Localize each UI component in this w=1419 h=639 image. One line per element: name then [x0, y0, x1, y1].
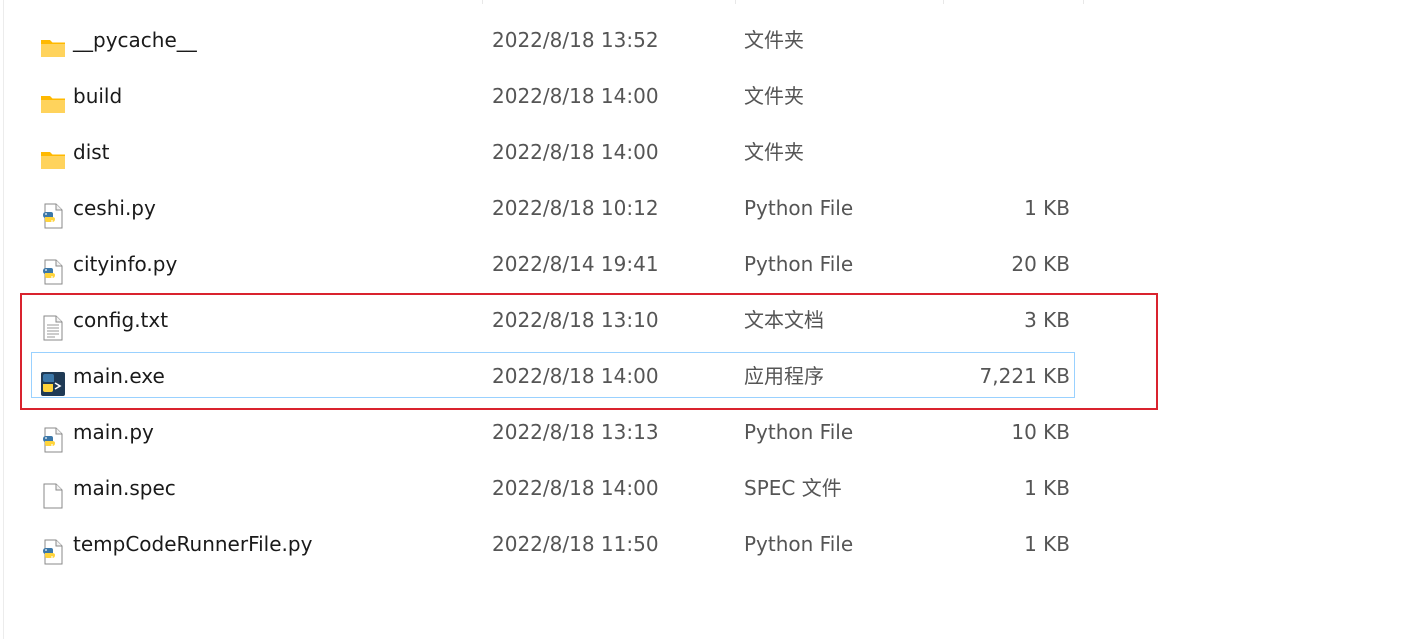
- python-file-icon: [40, 194, 66, 229]
- column-separator[interactable]: [735, 0, 736, 4]
- file-modified-date: 2022/8/18 13:10: [492, 308, 659, 332]
- python-file-icon: [40, 250, 66, 285]
- file-name: ceshi.py: [73, 196, 156, 220]
- file-type: Python File: [744, 532, 854, 556]
- file-row[interactable]: main.spec 2022/8/18 14:00 SPEC 文件 1 KB: [0, 460, 1419, 516]
- file-modified-date: 2022/8/18 10:12: [492, 196, 659, 220]
- file-type: Python File: [744, 252, 854, 276]
- file-modified-date: 2022/8/14 19:41: [492, 252, 659, 276]
- blank-file-icon: [40, 474, 66, 509]
- file-type: 文件夹: [744, 84, 804, 108]
- file-name: tempCodeRunnerFile.py: [73, 532, 313, 556]
- file-type: 文件夹: [744, 28, 804, 52]
- file-row[interactable]: ceshi.py 2022/8/18 10:12 Python File 1 KB: [0, 180, 1419, 236]
- file-modified-date: 2022/8/18 13:13: [492, 420, 659, 444]
- file-modified-date: 2022/8/18 11:50: [492, 532, 659, 556]
- file-size: 1 KB: [1024, 196, 1070, 220]
- file-name: main.spec: [73, 476, 176, 500]
- python-file-icon: [40, 530, 66, 565]
- column-separator[interactable]: [482, 0, 483, 4]
- file-modified-date: 2022/8/18 14:00: [492, 364, 659, 388]
- file-name: __pycache__: [73, 28, 197, 52]
- file-size: 1 KB: [1024, 476, 1070, 500]
- file-row[interactable]: tempCodeRunnerFile.py 2022/8/18 11:50 Pyth…: [0, 516, 1419, 572]
- file-row[interactable]: __pycache__ 2022/8/18 13:52 文件夹: [0, 12, 1419, 68]
- file-row[interactable]: main.py 2022/8/18 13:13 Python File 10 KB: [0, 404, 1419, 460]
- file-row[interactable]: config.txt 2022/8/18 13:10 文本文档 3 KB: [0, 292, 1419, 348]
- file-size: 7,221 KB: [979, 364, 1070, 388]
- file-modified-date: 2022/8/18 14:00: [492, 140, 659, 164]
- column-separator[interactable]: [1083, 0, 1084, 4]
- file-row[interactable]: cityinfo.py 2022/8/14 19:41 Python File 20 …: [0, 236, 1419, 292]
- column-separator[interactable]: [943, 0, 944, 4]
- file-size: 10 KB: [1011, 420, 1070, 444]
- text-file-icon: [40, 306, 66, 341]
- folder-icon: [40, 26, 66, 57]
- file-row[interactable]: build 2022/8/18 14:00 文件夹: [0, 68, 1419, 124]
- file-size: 1 KB: [1024, 532, 1070, 556]
- file-type: Python File: [744, 420, 854, 444]
- file-name: cityinfo.py: [73, 252, 178, 276]
- file-type: Python File: [744, 196, 854, 220]
- file-modified-date: 2022/8/18 14:00: [492, 84, 659, 108]
- file-name: dist: [73, 140, 110, 164]
- file-name: build: [73, 84, 123, 108]
- file-modified-date: 2022/8/18 14:00: [492, 476, 659, 500]
- file-type: 文件夹: [744, 140, 804, 164]
- file-type: SPEC 文件: [744, 476, 842, 500]
- folder-icon: [40, 138, 66, 169]
- file-row[interactable]: main.exe 2022/8/18 14:00 应用程序 7,221 KB: [0, 348, 1419, 404]
- file-size: 3 KB: [1024, 308, 1070, 332]
- exe-file-icon: [40, 362, 66, 396]
- file-modified-date: 2022/8/18 13:52: [492, 28, 659, 52]
- file-type: 文本文档: [744, 308, 824, 332]
- file-size: 20 KB: [1011, 252, 1070, 276]
- folder-icon: [40, 82, 66, 113]
- file-name: main.py: [73, 420, 154, 444]
- file-name: main.exe: [73, 364, 165, 388]
- file-name: config.txt: [73, 308, 169, 332]
- file-type: 应用程序: [744, 364, 824, 388]
- file-row[interactable]: dist 2022/8/18 14:00 文件夹: [0, 124, 1419, 180]
- python-file-icon: [40, 418, 66, 453]
- file-explorer-pane: __pycache__ 2022/8/18 13:52 文件夹 build 2022/8…: [0, 0, 1419, 639]
- file-list: __pycache__ 2022/8/18 13:52 文件夹 build 2022/8…: [0, 12, 1419, 572]
